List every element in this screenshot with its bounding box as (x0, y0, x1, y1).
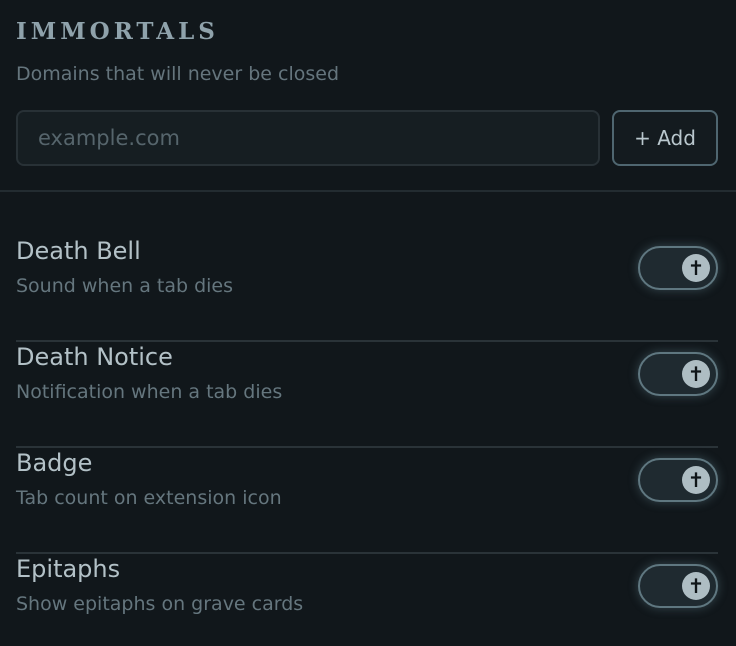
setting-title: Badge (16, 449, 93, 477)
domain-input[interactable] (16, 110, 600, 166)
setting-epitaphs: Epitaphs Show epitaphs on grave cards ✝ (16, 554, 718, 646)
cross-icon: ✝ (682, 572, 710, 600)
add-domain-button[interactable]: + Add (612, 110, 718, 166)
death-bell-toggle[interactable]: ✝ (638, 246, 718, 290)
section-divider (0, 190, 736, 192)
setting-description: Sound when a tab dies (16, 275, 234, 297)
cross-icon: ✝ (682, 360, 710, 388)
immortals-heading: IMMORTALS (16, 18, 219, 45)
epitaphs-toggle[interactable]: ✝ (638, 564, 718, 608)
death-notice-toggle[interactable]: ✝ (638, 352, 718, 396)
setting-death-bell: Death Bell Sound when a tab dies ✝ (16, 236, 718, 342)
setting-description: Show epitaphs on grave cards (16, 593, 304, 615)
setting-death-notice: Death Notice Notification when a tab die… (16, 342, 718, 448)
cross-icon: ✝ (682, 466, 710, 494)
setting-description: Notification when a tab dies (16, 381, 283, 403)
setting-title: Death Bell (16, 237, 141, 265)
setting-description: Tab count on extension icon (16, 487, 282, 509)
immortals-description: Domains that will never be closed (16, 63, 340, 85)
badge-toggle[interactable]: ✝ (638, 458, 718, 502)
cross-icon: ✝ (682, 254, 710, 282)
setting-title: Epitaphs (16, 555, 121, 583)
setting-badge: Badge Tab count on extension icon ✝ (16, 448, 718, 554)
settings-panel: IMMORTALS Domains that will never be clo… (0, 0, 736, 646)
setting-title: Death Notice (16, 343, 173, 371)
